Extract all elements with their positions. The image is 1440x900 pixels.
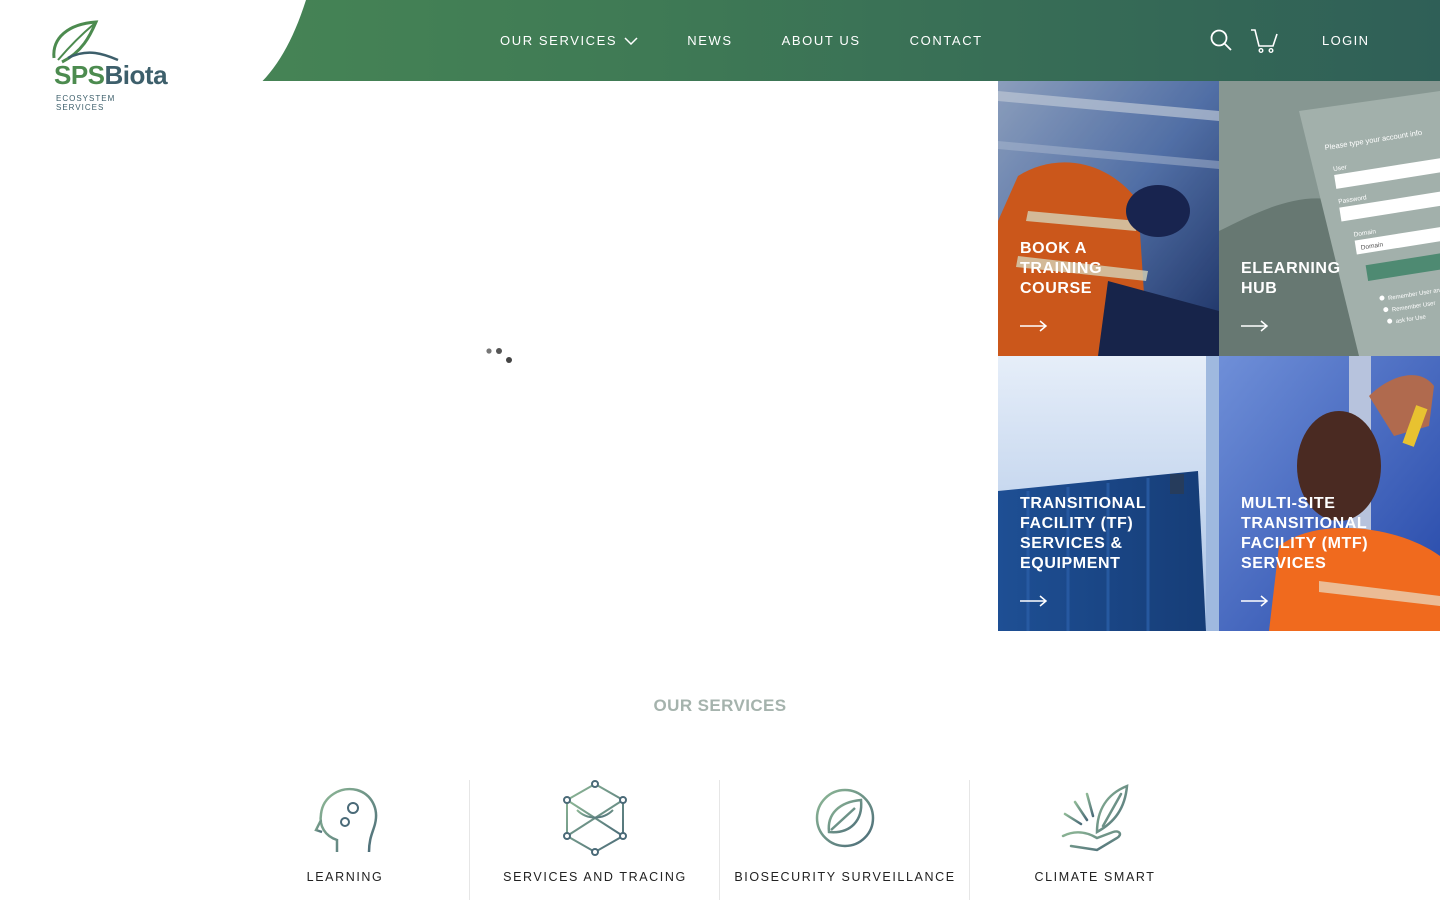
arrow-right-icon [1020,320,1048,332]
tile-line: FACILITY (MTF) [1241,535,1369,552]
arrow-right-icon [1241,320,1269,332]
main-nav: OUR SERVICES NEWS ABOUT US CONTACT [500,0,983,81]
hand-plant-icon [1061,784,1129,852]
service-climate-smart-label: CLIMATE SMART [1034,870,1156,884]
cart-icon[interactable] [1250,28,1278,54]
tile-elearning-image: Please type your account info User Passw… [1219,81,1440,356]
tile-line: TRAINING [1020,260,1103,277]
tile-line: TRANSITIONAL [1020,495,1147,512]
nav-our-services-label: OUR SERVICES [500,33,618,48]
tile-mtf-services[interactable]: MULTI-SITE TRANSITIONAL FACILITY (MTF) S… [1219,356,1440,631]
brand-name-sps: SPS [54,60,105,90]
tile-elearning-hub-label: ELEARNING HUB [1241,259,1421,299]
service-learning[interactable]: LEARNING [220,780,470,900]
nav-news[interactable]: NEWS [687,33,732,48]
tile-tf-services-label: TRANSITIONAL FACILITY (TF) SERVICES & EQ… [1020,494,1200,574]
nav-contact-label: CONTACT [909,33,983,48]
service-tracing[interactable]: SERVICES AND TRACING [470,780,720,900]
nav-contact[interactable]: CONTACT [910,33,983,48]
nav-our-services[interactable]: OUR SERVICES [500,33,638,48]
services-section-title: OUR SERVICES [653,696,787,715]
tile-tf-services[interactable]: TRANSITIONAL FACILITY (TF) SERVICES & EQ… [998,356,1219,631]
service-learning-label: LEARNING [306,870,384,884]
login-link[interactable]: LOGIN [1322,33,1369,48]
tile-line: ELEARNING [1241,260,1341,277]
search-icon[interactable] [1210,29,1232,51]
nav-about-label: ABOUT US [781,33,861,48]
tile-line: COURSE [1020,280,1093,297]
service-biosecurity-label: BIOSECURITY SURVEILLANCE [734,870,956,884]
arrow-right-icon [1020,595,1048,607]
loading-spinner-icon [486,348,512,363]
service-climate-smart[interactable]: CLIMATE SMART [970,780,1220,900]
service-biosecurity[interactable]: BIOSECURITY SURVEILLANCE [720,780,970,900]
chevron-down-icon [624,36,638,45]
nav-news-label: NEWS [687,33,733,48]
tile-book-training[interactable]: BOOK A TRAINING COURSE [998,81,1219,356]
tile-book-training-label: BOOK A TRAINING COURSE [1020,239,1200,299]
tile-line: TRANSITIONAL [1241,515,1368,532]
tile-elearning-hub[interactable]: Please type your account info User Passw… [1219,81,1440,356]
arrow-right-icon [1241,595,1269,607]
tile-line: FACILITY (TF) [1020,515,1134,532]
brand-name: SPSBiota [54,60,168,91]
brand-tagline-line1: ECOSYSTEM [56,94,116,103]
tile-mtf-services-label: MULTI-SITE TRANSITIONAL FACILITY (MTF) S… [1241,494,1421,574]
brand-tagline: ECOSYSTEM SERVICES [56,94,115,112]
feature-tiles: BOOK A TRAINING COURSE Please type your … [998,81,1440,631]
head-gears-icon [314,787,378,853]
tile-line: HUB [1241,280,1278,297]
nav-about-us[interactable]: ABOUT US [782,33,861,48]
service-tracing-label: SERVICES AND TRACING [503,870,687,884]
tile-training-image [998,81,1219,356]
tile-line: SERVICES [1241,555,1327,572]
tile-line: EQUIPMENT [1020,555,1121,572]
leaf-target-icon [807,780,883,856]
network-icon [563,780,627,856]
tile-line: SERVICES & [1020,535,1123,552]
brand-tagline-line2: SERVICES [56,103,105,112]
tile-line: BOOK A [1020,240,1088,257]
tile-line: MULTI-SITE [1241,495,1336,512]
brand-name-biota: Biota [104,60,168,90]
